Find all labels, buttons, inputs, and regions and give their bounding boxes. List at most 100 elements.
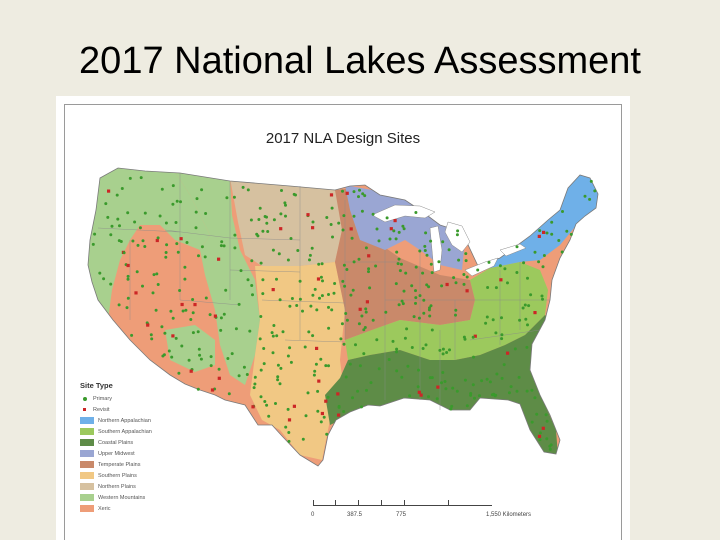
primary-site-marker bbox=[301, 437, 305, 441]
revisit-site-marker bbox=[126, 263, 130, 268]
primary-site-marker bbox=[589, 179, 593, 183]
primary-site-marker bbox=[126, 211, 130, 215]
primary-site-marker bbox=[321, 279, 324, 283]
primary-site-marker bbox=[342, 263, 346, 267]
primary-site-marker bbox=[174, 221, 178, 224]
primary-site-marker bbox=[362, 352, 366, 356]
legend-label: Northern Appalachian bbox=[98, 417, 151, 424]
primary-site-marker bbox=[261, 229, 265, 233]
primary-site-marker bbox=[441, 371, 445, 374]
revisit-site-marker bbox=[217, 376, 221, 380]
primary-site-marker bbox=[171, 316, 175, 320]
primary-site-marker bbox=[171, 202, 175, 206]
primary-site-marker bbox=[471, 383, 475, 387]
primary-site-marker bbox=[560, 250, 564, 254]
primary-site-marker bbox=[219, 328, 223, 332]
primary-site-marker bbox=[417, 368, 420, 372]
primary-site-marker bbox=[245, 373, 249, 376]
primary-site-marker bbox=[464, 259, 468, 263]
legend-label: Southern Plains bbox=[98, 472, 137, 479]
primary-site-marker bbox=[395, 369, 399, 373]
primary-site-marker bbox=[454, 308, 458, 312]
primary-site-marker bbox=[398, 269, 402, 273]
revisit-site-marker bbox=[306, 213, 310, 217]
primary-site-marker bbox=[500, 376, 504, 380]
primary-site-marker bbox=[119, 240, 123, 243]
primary-site-marker bbox=[425, 253, 429, 257]
primary-site-marker bbox=[418, 294, 422, 298]
primary-site-marker bbox=[261, 292, 265, 296]
primary-site-marker bbox=[525, 389, 529, 393]
legend-item-revisit: Revisit bbox=[80, 404, 170, 415]
primary-site-marker bbox=[495, 372, 499, 376]
scale-label: 387.5 bbox=[347, 512, 363, 518]
primary-site-marker bbox=[258, 206, 262, 210]
primary-site-marker bbox=[109, 282, 113, 286]
revisit-site-marker bbox=[533, 311, 537, 315]
primary-site-marker bbox=[313, 287, 317, 291]
primary-site-marker bbox=[414, 265, 418, 269]
primary-site-marker bbox=[416, 385, 420, 389]
primary-site-marker bbox=[424, 343, 428, 347]
primary-site-marker bbox=[351, 288, 355, 292]
primary-site-marker bbox=[339, 337, 343, 341]
primary-site-marker bbox=[397, 303, 401, 307]
primary-site-marker bbox=[183, 277, 187, 281]
primary-site-marker bbox=[364, 246, 368, 250]
primary-site-marker bbox=[530, 420, 534, 424]
primary-site-marker bbox=[377, 239, 381, 243]
primary-site-marker bbox=[179, 200, 182, 204]
primary-site-marker bbox=[428, 306, 431, 310]
legend-item-ecoregion: Southern Appalachian bbox=[80, 426, 170, 437]
primary-site-marker bbox=[464, 252, 468, 256]
primary-site-marker bbox=[518, 318, 522, 322]
primary-site-marker bbox=[141, 284, 144, 288]
primary-site-marker bbox=[311, 220, 315, 224]
revisit-site-marker bbox=[419, 393, 423, 397]
primary-site-marker bbox=[181, 309, 185, 313]
primary-site-marker bbox=[257, 218, 261, 221]
primary-site-marker bbox=[391, 339, 395, 343]
primary-site-marker bbox=[280, 189, 283, 192]
primary-site-marker bbox=[249, 218, 253, 222]
primary-site-marker bbox=[327, 326, 331, 330]
primary-site-marker bbox=[424, 231, 428, 235]
primary-site-marker bbox=[275, 277, 278, 281]
primary-site-marker bbox=[175, 242, 179, 246]
primary-site-marker bbox=[110, 224, 114, 228]
primary-site-marker bbox=[315, 308, 319, 312]
primary-site-marker bbox=[326, 395, 330, 399]
primary-site-marker bbox=[141, 239, 145, 243]
primary-site-marker bbox=[394, 282, 398, 286]
primary-site-marker bbox=[139, 176, 143, 180]
primary-site-marker bbox=[354, 343, 357, 347]
revisit-site-marker bbox=[324, 399, 328, 403]
primary-site-marker bbox=[122, 251, 126, 255]
primary-site-marker bbox=[548, 447, 552, 451]
primary-site-marker bbox=[286, 354, 290, 358]
primary-site-marker bbox=[324, 364, 328, 368]
revisit-site-marker bbox=[271, 288, 275, 292]
primary-site-marker bbox=[288, 346, 292, 350]
ecoregion-swatch bbox=[80, 461, 94, 468]
primary-site-marker bbox=[194, 226, 198, 230]
primary-site-marker bbox=[154, 308, 158, 312]
primary-site-marker bbox=[331, 235, 334, 239]
primary-site-marker bbox=[484, 321, 488, 325]
primary-site-marker bbox=[465, 404, 469, 408]
primary-site-marker bbox=[183, 265, 187, 269]
primary-site-marker bbox=[395, 347, 399, 351]
primary-site-marker bbox=[399, 262, 403, 266]
revisit-site-marker bbox=[537, 234, 541, 238]
primary-site-marker bbox=[537, 260, 541, 264]
primary-site-marker bbox=[480, 379, 484, 383]
revisit-site-marker bbox=[217, 257, 221, 261]
primary-site-marker bbox=[232, 195, 236, 199]
primary-site-marker bbox=[427, 285, 431, 289]
primary-site-marker bbox=[250, 284, 254, 287]
scale-bar: 0 387.5 775 1,550 Kilometers bbox=[308, 500, 548, 522]
primary-site-marker bbox=[261, 278, 265, 282]
revisit-site-marker bbox=[465, 289, 469, 293]
primary-site-marker bbox=[246, 188, 250, 192]
primary-site-marker bbox=[242, 365, 246, 369]
